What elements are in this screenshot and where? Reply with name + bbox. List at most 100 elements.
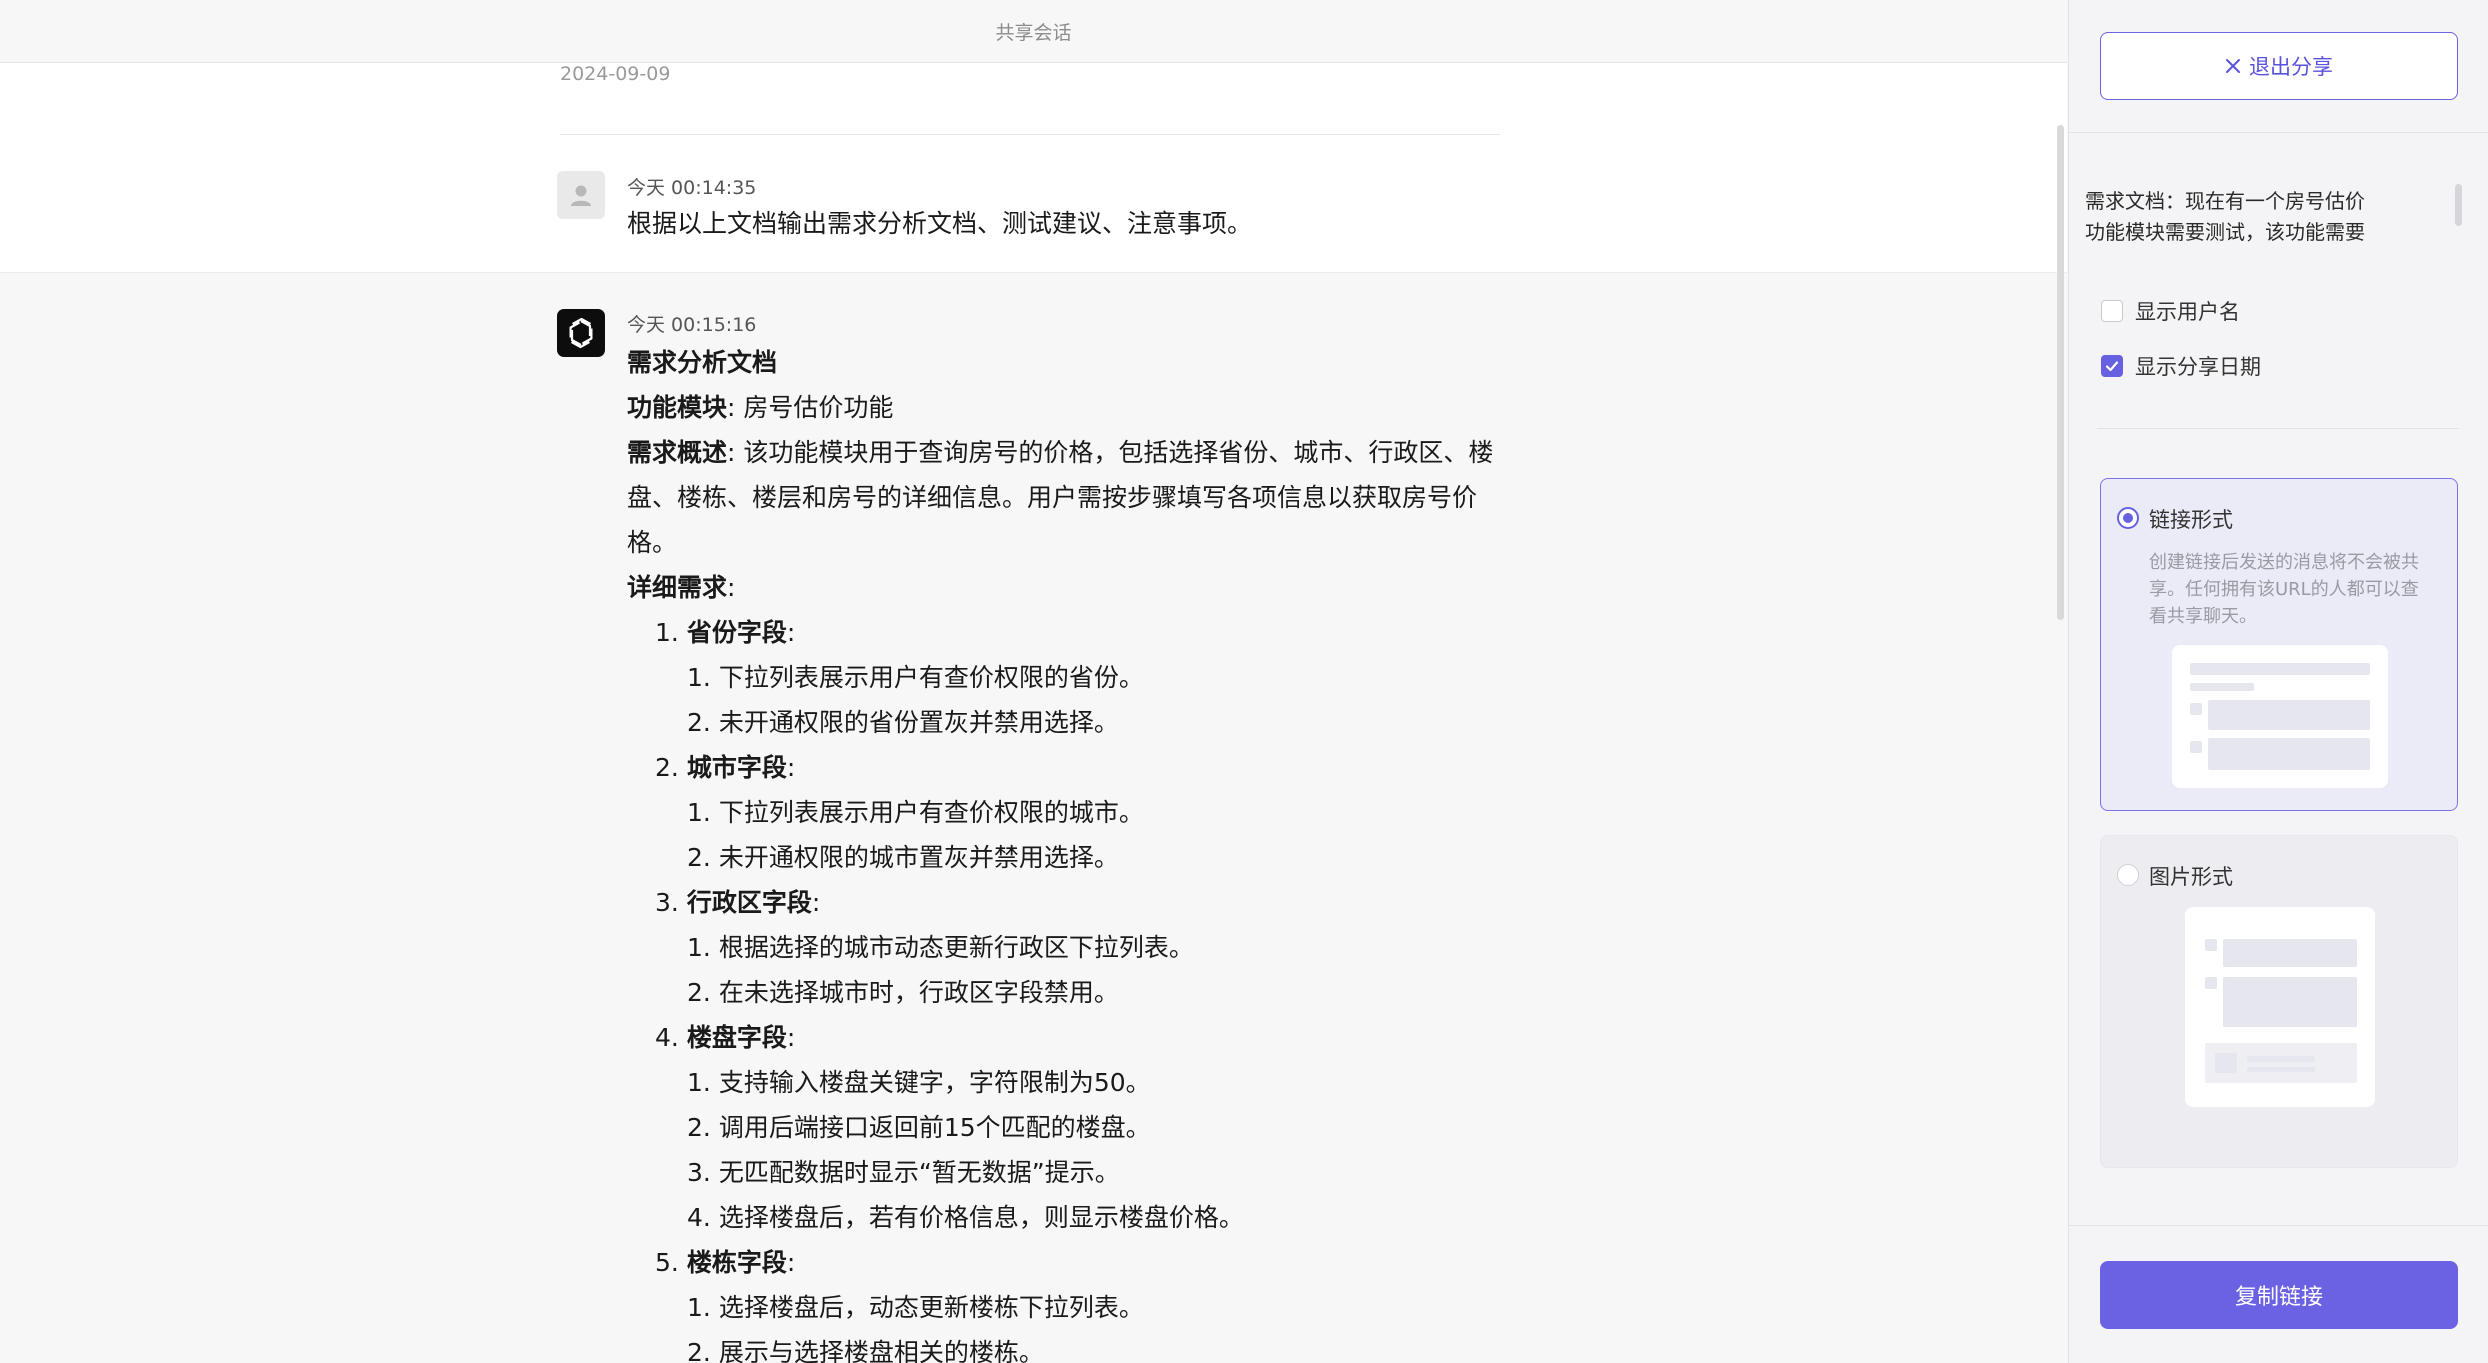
share-panel: 退出分享 需求文档：现在有一个房号估价 功能模块需要测试，该功能需要 显示用户名… bbox=[2068, 0, 2488, 1363]
colon: : bbox=[786, 1023, 796, 1052]
illustration-bar bbox=[2247, 1067, 2315, 1072]
divider bbox=[560, 134, 1500, 135]
section-title: 城市字段 bbox=[686, 753, 787, 782]
list-item: 1. 支持输入楼盘关键字，字符限制为50。 bbox=[627, 1060, 1507, 1105]
list-text: 调用后端接口返回前15个匹配的楼盘。 bbox=[718, 1113, 1151, 1142]
illustration-bar bbox=[2205, 977, 2217, 989]
list-item: 2. 在未选择城市时，行政区字段禁用。 bbox=[627, 970, 1507, 1015]
list-item: 2. 展示与选择楼盘相关的楼栋。 bbox=[627, 1330, 1507, 1363]
list-number: 1. bbox=[687, 1068, 711, 1097]
image-format-illustration bbox=[2185, 907, 2375, 1107]
list-number: 3. bbox=[687, 1158, 711, 1187]
section-title: 省份字段 bbox=[686, 618, 787, 647]
section-title: 楼盘字段 bbox=[686, 1023, 787, 1052]
user-message-section: 2024-09-09 bbox=[0, 63, 2067, 273]
colon: : bbox=[811, 888, 821, 917]
show-date-option[interactable]: 显示分享日期 bbox=[2101, 351, 2261, 381]
close-icon bbox=[2226, 59, 2240, 73]
image-format-title: 图片形式 bbox=[2149, 865, 2233, 889]
module-value: : 房号估价功能 bbox=[727, 393, 894, 422]
list-item: 3. 行政区字段: bbox=[627, 880, 1507, 925]
list-number: 2. bbox=[687, 1113, 711, 1142]
exit-share-button[interactable]: 退出分享 bbox=[2100, 32, 2458, 100]
list-text: 选择楼盘后，若有价格信息，则显示楼盘价格。 bbox=[718, 1203, 1244, 1232]
divider bbox=[2069, 1225, 2488, 1226]
list-number: 4. bbox=[655, 1023, 679, 1052]
list-number: 4. bbox=[687, 1203, 711, 1232]
share-date: 2024-09-09 bbox=[560, 63, 671, 85]
list-text: 下拉列表展示用户有查价权限的城市。 bbox=[718, 798, 1144, 827]
illustration-bar bbox=[2223, 977, 2357, 1027]
section-title: 楼栋字段 bbox=[686, 1248, 787, 1277]
panel-scrollbar[interactable] bbox=[2455, 184, 2462, 226]
link-format-radio[interactable] bbox=[2117, 507, 2139, 529]
link-format-card[interactable]: 链接形式 创建链接后发送的消息将不会被共享。任何拥有该URL的人都可以查看共享聊… bbox=[2100, 478, 2458, 811]
illustration-bar bbox=[2190, 741, 2202, 753]
link-format-description: 创建链接后发送的消息将不会被共享。任何拥有该URL的人都可以查看共享聊天。 bbox=[2149, 552, 2419, 627]
show-username-option[interactable]: 显示用户名 bbox=[2101, 296, 2240, 326]
colon: : bbox=[786, 1248, 796, 1277]
conversation-scrollbar[interactable] bbox=[2057, 125, 2064, 620]
image-format-card[interactable]: 图片形式 bbox=[2100, 835, 2458, 1168]
overview-text: 盘、楼栋、楼层和房号的详细信息。用户需按步骤填写各项信息以获取房号价 bbox=[627, 483, 1478, 512]
list-text: 选择楼盘后，动态更新楼栋下拉列表。 bbox=[718, 1293, 1144, 1322]
list-text: 未开通权限的省份置灰并禁用选择。 bbox=[718, 708, 1119, 737]
divider bbox=[2097, 428, 2459, 429]
link-format-illustration bbox=[2172, 645, 2388, 788]
assistant-message-body: 需求分析文档 功能模块: 房号估价功能 需求概述: 该功能模块用于查询房号的价格… bbox=[627, 340, 1507, 1363]
illustration-bar bbox=[2190, 663, 2370, 675]
top-bar: 共享会话 bbox=[0, 0, 2067, 63]
illustration-bar bbox=[2215, 1053, 2237, 1073]
list-number: 2. bbox=[687, 978, 711, 1007]
user-icon bbox=[571, 185, 591, 206]
list-item: 4. 楼盘字段: bbox=[627, 1015, 1507, 1060]
list-item: 2. 调用后端接口返回前15个匹配的楼盘。 bbox=[627, 1105, 1507, 1150]
list-item: 2. 未开通权限的城市置灰并禁用选择。 bbox=[627, 835, 1507, 880]
overview-text: 格。 bbox=[627, 528, 678, 557]
copy-link-label: 复制链接 bbox=[2234, 1285, 2323, 1310]
check-icon bbox=[2105, 361, 2119, 372]
list-item: 2. 城市字段: bbox=[627, 745, 1507, 790]
illustration-bar bbox=[2223, 939, 2357, 967]
openai-logo-icon bbox=[569, 317, 593, 349]
show-username-checkbox[interactable] bbox=[2101, 300, 2123, 322]
illustration-bar bbox=[2208, 700, 2370, 730]
colon: : bbox=[727, 573, 736, 602]
list-item: 2. 未开通权限的省份置灰并禁用选择。 bbox=[627, 700, 1507, 745]
list-number: 5. bbox=[655, 1248, 679, 1277]
illustration-bar bbox=[2190, 703, 2202, 715]
answer-heading: 需求分析文档 bbox=[627, 348, 778, 377]
details-label: 详细需求 bbox=[627, 573, 728, 602]
show-date-checkbox[interactable] bbox=[2101, 355, 2123, 377]
list-number: 1. bbox=[655, 618, 679, 647]
list-number: 1. bbox=[687, 663, 711, 692]
list-text: 展示与选择楼盘相关的楼栋。 bbox=[718, 1338, 1044, 1363]
image-format-radio[interactable] bbox=[2117, 864, 2139, 886]
list-text: 无匹配数据时显示“暂无数据”提示。 bbox=[718, 1158, 1120, 1187]
link-format-title: 链接形式 bbox=[2149, 508, 2233, 532]
assistant-message-time: 今天 00:15:16 bbox=[627, 314, 757, 336]
illustration-bar bbox=[2247, 1056, 2315, 1062]
list-text: 在未选择城市时，行政区字段禁用。 bbox=[718, 978, 1119, 1007]
list-item: 4. 选择楼盘后，若有价格信息，则显示楼盘价格。 bbox=[627, 1195, 1507, 1240]
list-number: 1. bbox=[687, 933, 711, 962]
list-number: 2. bbox=[655, 753, 679, 782]
list-text: 下拉列表展示用户有查价权限的省份。 bbox=[718, 663, 1144, 692]
module-label: 功能模块 bbox=[627, 393, 728, 422]
page-title: 共享会话 bbox=[995, 21, 1072, 44]
exit-share-label: 退出分享 bbox=[2249, 55, 2333, 79]
list-item: 1. 省份字段: bbox=[627, 610, 1507, 655]
user-message-time: 今天 00:14:35 bbox=[627, 177, 757, 199]
illustration-bar bbox=[2190, 683, 2254, 691]
list-item: 1. 选择楼盘后，动态更新楼栋下拉列表。 bbox=[627, 1285, 1507, 1330]
list-item: 1. 根据选择的城市动态更新行政区下拉列表。 bbox=[627, 925, 1507, 970]
shared-doc-preview: 需求文档：现在有一个房号估价 功能模块需要测试，该功能需要 bbox=[2085, 186, 2405, 248]
colon: : bbox=[786, 618, 796, 647]
copy-link-button[interactable]: 复制链接 bbox=[2100, 1261, 2458, 1329]
conversation-area: 共享会话 2024-09-09 今天 00:14:35 根据以上文档输出需求分析… bbox=[0, 0, 2067, 1363]
list-number: 2. bbox=[687, 1338, 711, 1363]
show-date-label: 显示分享日期 bbox=[2135, 355, 2261, 379]
overview-text: : 该功能模块用于查询房号的价格，包括选择省份、城市、行政区、楼 bbox=[727, 438, 1494, 467]
list-item: 5. 楼栋字段: bbox=[627, 1240, 1507, 1285]
list-text: 支持输入楼盘关键字，字符限制为50。 bbox=[718, 1068, 1151, 1097]
